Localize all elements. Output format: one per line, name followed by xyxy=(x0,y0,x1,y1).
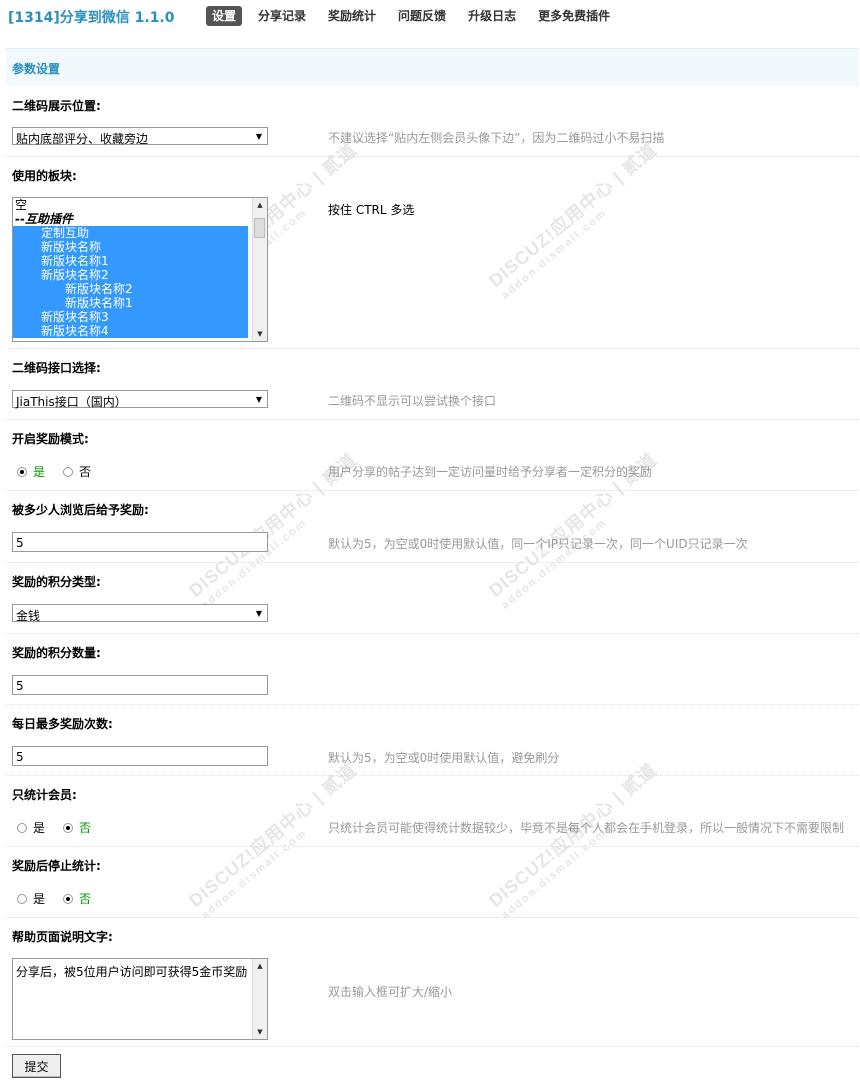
forums-label: 使用的板块: xyxy=(12,169,77,183)
tab-feedback[interactable]: 问题反馈 xyxy=(392,6,452,26)
watermark-text: DISCUZ!应用中心 | 贰道addon.dismall.com xyxy=(485,759,661,922)
list-item[interactable]: 新版块名称4 xyxy=(13,324,248,338)
list-item[interactable]: 新版块名称1 xyxy=(13,254,248,268)
input-value: 5 xyxy=(16,679,24,693)
textarea-scrollbar[interactable]: ▲ ▼ xyxy=(252,959,267,1039)
section-title: 参数设置 xyxy=(12,62,61,76)
list-item[interactable]: 新版块名称3 xyxy=(13,310,248,324)
input-value: 5 xyxy=(16,750,24,764)
radio-label: 是 xyxy=(33,892,46,906)
dropdown-arrow-icon: ▼ xyxy=(255,131,263,141)
help-text-label: 帮助页面说明文字: xyxy=(12,930,113,944)
qr-api-select[interactable]: JiaThis接口（国内） ▼ xyxy=(12,390,268,409)
radio-label: 是 xyxy=(33,821,46,835)
watermark-text: DISCUZ!应用中心 | 贰道addon.dismall.com xyxy=(185,759,361,922)
qr-api-hint: 二维码不显示可以尝试换个接口 xyxy=(328,394,497,408)
qr-position-hint: 不建议选择“贴内左侧会员头像下边”，因为二维码过小不易扫描 xyxy=(328,131,665,145)
list-item[interactable]: 新版块名称1 xyxy=(13,296,248,310)
tab-share-records[interactable]: 分享记录 xyxy=(252,6,312,26)
radio-label: 是 xyxy=(33,465,46,479)
reward-mode-yes-radio[interactable]: 是 xyxy=(17,463,45,480)
divider xyxy=(6,1046,859,1047)
scroll-down-icon[interactable]: ▼ xyxy=(253,327,267,341)
members-only-label: 只统计会员: xyxy=(12,788,77,802)
dropdown-arrow-icon: ▼ xyxy=(255,394,263,404)
qr-position-value: 贴内底部评分、收藏旁边 xyxy=(16,132,149,146)
credit-type-label: 奖励的积分类型: xyxy=(12,575,101,589)
reward-mode-no-radio[interactable]: 否 xyxy=(63,463,91,480)
divider xyxy=(6,917,859,918)
qr-api-label: 二维码接口选择: xyxy=(12,361,101,375)
members-only-hint: 只统计会员可能使得统计数据较少，毕竟不是每个人都会在手机登录，所以一般情况下不需… xyxy=(328,821,845,835)
scroll-up-icon[interactable]: ▲ xyxy=(253,198,267,212)
stop-after-reward-no-radio[interactable]: 否 xyxy=(63,890,91,907)
top-nav: 设置 分享记录 奖励统计 问题反馈 升级日志 更多免费插件 xyxy=(206,6,616,26)
divider xyxy=(6,704,859,705)
daily-max-input[interactable]: 5 xyxy=(12,746,268,766)
qr-api-value: JiaThis接口（国内） xyxy=(16,395,127,409)
members-only-yes-radio[interactable]: 是 xyxy=(17,819,45,836)
reward-mode-label: 开启奖励模式: xyxy=(12,432,89,446)
textarea-value: 分享后，被5位用户访问即可获得5金币奖励 xyxy=(16,965,248,979)
stop-after-reward-label: 奖励后停止统计: xyxy=(12,859,101,873)
forums-hint: 按住 CTRL 多选 xyxy=(328,203,415,217)
radio-unchecked-icon xyxy=(17,893,27,904)
tab-more-plugins[interactable]: 更多免费插件 xyxy=(532,6,616,26)
forums-multiselect[interactable]: 空 --互助插件 定制互助 新版块名称 新版块名称1 新版块名称2 新版块名称2… xyxy=(12,197,268,342)
radio-label: 否 xyxy=(79,465,92,479)
page-header: [1314]分享到微信 1.1.0 设置 分享记录 奖励统计 问题反馈 升级日志… xyxy=(0,0,860,32)
input-value: 5 xyxy=(16,536,24,550)
plugin-title: [1314]分享到微信 1.1.0 xyxy=(8,10,175,26)
radio-label: 否 xyxy=(79,821,92,835)
divider xyxy=(6,775,859,776)
divider xyxy=(6,562,859,563)
radio-checked-icon xyxy=(17,466,27,477)
credit-amount-input[interactable]: 5 xyxy=(12,675,268,695)
section-header: 参数设置 xyxy=(6,48,859,86)
credit-type-select[interactable]: 金钱 ▼ xyxy=(12,604,268,623)
qr-position-select[interactable]: 贴内底部评分、收藏旁边 ▼ xyxy=(12,127,268,146)
scroll-thumb[interactable] xyxy=(254,218,265,238)
tab-reward-stats[interactable]: 奖励统计 xyxy=(322,6,382,26)
dropdown-arrow-icon: ▼ xyxy=(255,608,263,618)
radio-unchecked-icon xyxy=(63,466,73,477)
divider xyxy=(6,490,859,491)
credit-type-value: 金钱 xyxy=(16,609,41,623)
credit-amount-label: 奖励的积分数量: xyxy=(12,646,101,660)
scroll-up-icon[interactable]: ▲ xyxy=(253,959,267,973)
list-item[interactable]: 新版块名称2 xyxy=(13,268,248,282)
divider xyxy=(6,156,859,157)
views-threshold-label: 被多少人浏览后给予奖励: xyxy=(12,503,149,517)
radio-label: 否 xyxy=(79,892,92,906)
divider xyxy=(6,419,859,420)
divider xyxy=(6,348,859,349)
views-threshold-hint: 默认为5，为空或0时使用默认值，同一个IP只记录一次，同一个UID只记录一次 xyxy=(328,537,748,551)
qr-position-label: 二维码展示位置: xyxy=(12,99,101,113)
divider xyxy=(6,633,859,634)
scroll-down-icon[interactable]: ▼ xyxy=(253,1025,267,1039)
members-only-no-radio[interactable]: 否 xyxy=(63,819,91,836)
tab-changelog[interactable]: 升级日志 xyxy=(462,6,522,26)
views-threshold-input[interactable]: 5 xyxy=(12,532,268,552)
list-item[interactable]: 新版块名称2 xyxy=(13,282,248,296)
radio-checked-icon xyxy=(63,893,73,904)
radio-unchecked-icon xyxy=(17,822,27,833)
help-text-textarea[interactable]: 分享后，被5位用户访问即可获得5金币奖励 ▲ ▼ xyxy=(12,958,268,1040)
watermark-text: DISCUZ!应用中心 | 贰道addon.dismall.com xyxy=(485,139,661,302)
list-item[interactable]: 新版块名称 xyxy=(13,240,248,254)
list-item[interactable]: 定制互助 xyxy=(13,226,248,240)
submit-button[interactable]: 提交 xyxy=(12,1054,61,1078)
divider xyxy=(6,846,859,847)
listbox-scrollbar[interactable]: ▲ ▼ xyxy=(252,198,267,341)
daily-max-hint: 默认为5，为空或0时使用默认值，避免刷分 xyxy=(328,751,560,765)
list-item[interactable]: 空 xyxy=(13,198,267,212)
reward-mode-hint: 用户分享的帖子达到一定访问量时给予分享者一定积分的奖励 xyxy=(328,465,653,479)
radio-checked-icon xyxy=(63,822,73,833)
list-group-header: --互助插件 xyxy=(15,212,73,226)
stop-after-reward-yes-radio[interactable]: 是 xyxy=(17,890,45,907)
daily-max-label: 每日最多奖励次数: xyxy=(12,717,113,731)
help-text-hint: 双击输入框可扩大/缩小 xyxy=(328,985,453,999)
tab-settings[interactable]: 设置 xyxy=(206,6,243,26)
